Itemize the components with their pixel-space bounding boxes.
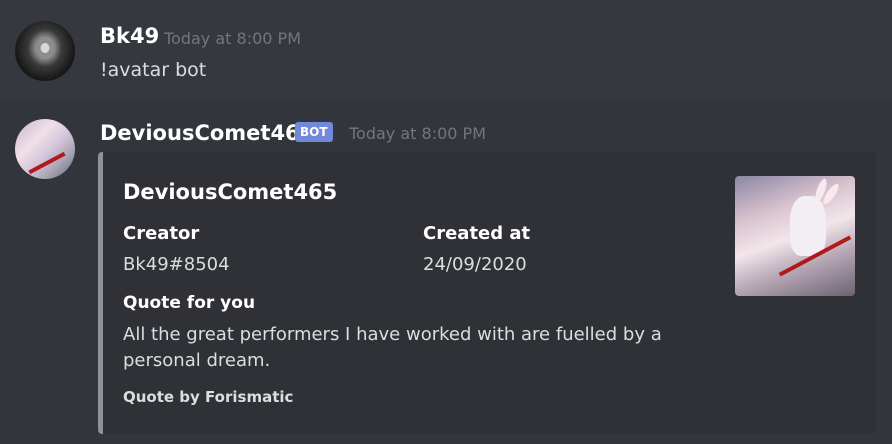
- field-value-quote: All the great performers I have worked w…: [123, 324, 662, 371]
- field-name-created-at: Created at: [423, 223, 531, 244]
- message-bk49: Bk49 Today at 8:00 PM !avatar bot: [0, 0, 892, 100]
- field-name-quote: Quote for you: [123, 293, 256, 313]
- field-value-creator: Bk49#8504: [123, 254, 230, 275]
- field-name-creator: Creator: [123, 223, 200, 244]
- message-timestamp: Today at 8:00 PM: [164, 29, 301, 48]
- username-deviouscomet465[interactable]: DeviousComet465: [100, 121, 314, 145]
- avatar-embed: DeviousComet465 Creator Bk49#8504 Create…: [98, 152, 876, 434]
- field-value-created-at: 24/09/2020: [423, 254, 527, 275]
- bot-badge: BOT: [295, 122, 333, 142]
- avatar-bk49[interactable]: [15, 21, 75, 81]
- username-bk49[interactable]: Bk49: [100, 24, 159, 48]
- embed-footer: Quote by Forismatic: [123, 388, 294, 406]
- message-content: !avatar bot: [100, 59, 207, 81]
- message-timestamp: Today at 8:00 PM: [349, 124, 486, 143]
- thumbnail-figure: [790, 196, 826, 256]
- embed-thumbnail-image[interactable]: [735, 176, 855, 296]
- embed-title: DeviousComet465: [123, 180, 338, 204]
- avatar-deviouscomet465[interactable]: [15, 119, 75, 179]
- avatar-art-detail: [28, 151, 66, 175]
